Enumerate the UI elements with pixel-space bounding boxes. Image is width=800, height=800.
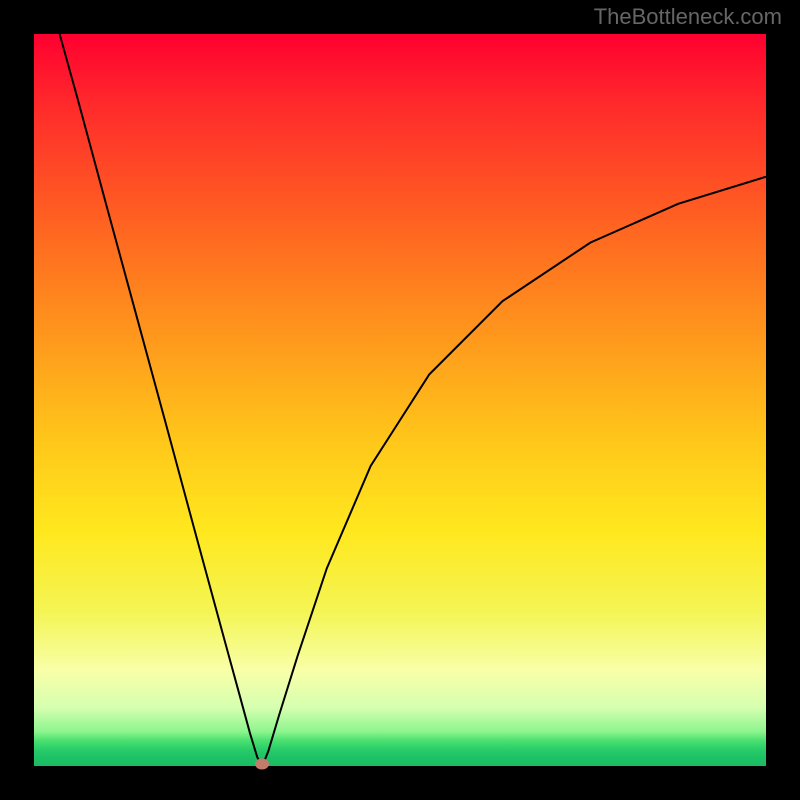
bottleneck-curve-left — [60, 34, 263, 766]
bottleneck-curve-right — [262, 177, 766, 766]
watermark-text: TheBottleneck.com — [594, 4, 782, 30]
curve-svg — [34, 34, 766, 766]
optimal-point-marker — [255, 758, 269, 769]
chart-plot-area — [34, 34, 766, 766]
